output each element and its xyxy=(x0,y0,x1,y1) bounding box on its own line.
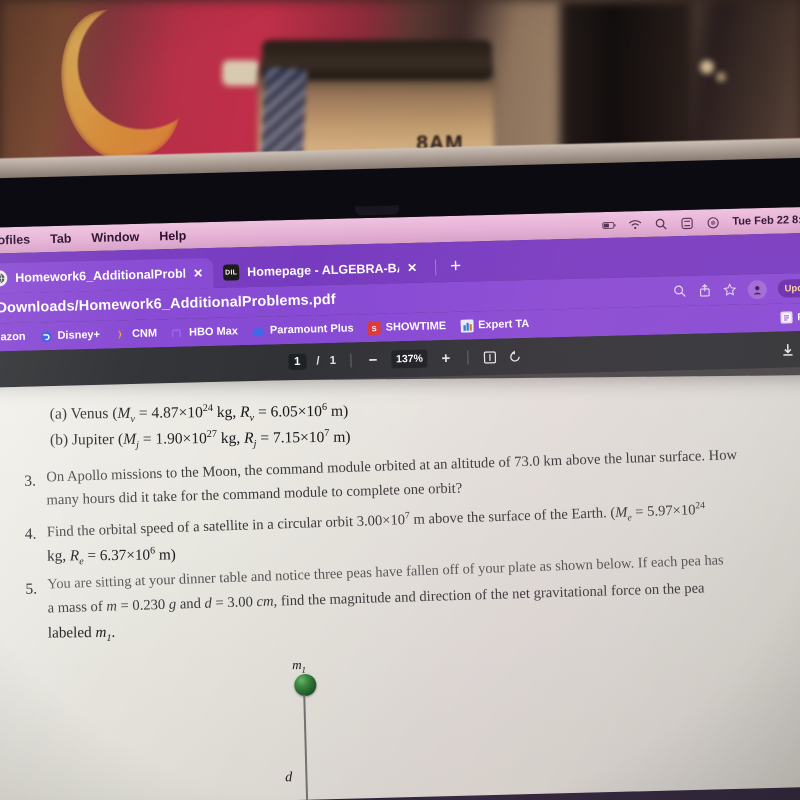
search-icon[interactable] xyxy=(672,284,686,298)
tab-title: Homework6_AdditionalProblen xyxy=(15,266,186,285)
bookmark-label: CNM xyxy=(131,327,158,341)
reading-list-button[interactable]: Readi xyxy=(780,310,800,324)
q3-line-1: On Apollo missions to the Moon, the comm… xyxy=(46,447,738,486)
bookmark-label: Disney+ xyxy=(57,328,101,342)
menu-help[interactable]: Help xyxy=(159,229,186,244)
bookmark-amazon[interactable]: Amazon xyxy=(0,331,26,344)
zoom-level[interactable]: 137% xyxy=(390,349,429,369)
toolbar-divider xyxy=(349,353,352,368)
light-bokeh-2 xyxy=(716,72,726,82)
q3-number: 3. xyxy=(24,472,37,490)
close-icon[interactable]: ✕ xyxy=(407,261,417,275)
menubar-clock[interactable]: Tue Feb 22 8:45 xyxy=(732,214,800,228)
disney-plus-icon xyxy=(39,330,52,343)
page-total: 1 xyxy=(329,354,337,368)
hbomax-icon xyxy=(171,326,184,339)
bookmark-label: Paramount Plus xyxy=(269,322,354,337)
tab-title: Homepage - ALGEBRA-BASED xyxy=(247,261,400,280)
search-icon[interactable] xyxy=(654,217,668,230)
zoom-out-button[interactable]: − xyxy=(365,351,381,368)
bookmark-label: Expert TA xyxy=(477,317,530,332)
fit-page-icon[interactable] xyxy=(483,349,498,364)
reading-list-icon xyxy=(780,311,793,324)
profile-avatar[interactable] xyxy=(747,279,767,299)
q3-line-2: many hours did it take for the command m… xyxy=(46,480,463,509)
dil-icon: DIL xyxy=(223,264,240,281)
bookmark-showtime[interactable]: S SHOWTIME xyxy=(367,320,446,335)
q4-line-2: kg, Re = 6.37×106 m) xyxy=(47,545,176,568)
share-icon[interactable] xyxy=(697,283,711,297)
light-bokeh xyxy=(700,60,714,74)
svg-text:S: S xyxy=(372,324,377,333)
pdf-page: (a) Venus (Mv = 4.87×1024 kg, Rv = 6.05×… xyxy=(0,374,800,800)
menu-tab[interactable]: Tab xyxy=(50,232,72,247)
crescent-icon xyxy=(114,328,127,341)
update-button[interactable]: Update xyxy=(777,278,800,298)
pdf-toolbar-right xyxy=(780,341,800,357)
menubar-status-items: Tue Feb 22 8:45 xyxy=(602,213,800,232)
bookmark-paramount-plus[interactable]: Paramount Plus xyxy=(252,322,354,338)
q5-number: 5. xyxy=(25,580,38,598)
bookmark-cnm[interactable]: CNM xyxy=(114,327,157,341)
bookmark-hbo-max[interactable]: HBO Max xyxy=(171,325,238,340)
expert-ta-icon xyxy=(460,318,474,333)
webcam-notch xyxy=(354,205,400,216)
close-icon[interactable]: ✕ xyxy=(193,266,203,280)
globe-icon xyxy=(0,270,8,287)
laptop-screen: Profiles Tab Window Help Tue Feb 22 8:45… xyxy=(0,206,800,800)
rod-vertical xyxy=(303,694,309,800)
toolbar-icons: Update xyxy=(672,278,800,301)
toolbar-divider xyxy=(467,350,470,365)
bookmark-disney-plus[interactable]: Disney+ xyxy=(39,328,100,343)
document-text: (a) Venus (Mv = 4.87×1024 kg, Rv = 6.05×… xyxy=(24,393,800,644)
tab-divider xyxy=(434,259,437,276)
control-center-icon[interactable] xyxy=(680,216,694,229)
wifi-icon[interactable] xyxy=(628,218,642,231)
figure-label-d: d xyxy=(285,770,293,786)
battery-icon[interactable] xyxy=(602,218,616,231)
figure-label-m1: m1 xyxy=(292,657,306,675)
bookmark-label: HBO Max xyxy=(188,325,239,339)
q4-number: 4. xyxy=(24,525,37,543)
bookmark-expert-ta[interactable]: Expert TA xyxy=(460,317,530,333)
url-text[interactable]: ia/Downloads/Homework6_AdditionalProblem… xyxy=(0,292,336,317)
page-separator: / xyxy=(316,355,320,368)
pdf-page-viewport[interactable]: (a) Venus (Mv = 4.87×1024 kg, Rv = 6.05×… xyxy=(0,366,800,800)
zoom-in-button[interactable]: + xyxy=(438,349,454,366)
item-b: (b) Jupiter (Mj = 1.90×1027 kg, Rj = 7.1… xyxy=(49,427,351,451)
page-number-input[interactable]: 1 xyxy=(287,353,307,371)
menu-window[interactable]: Window xyxy=(91,230,139,245)
download-icon[interactable] xyxy=(780,342,795,357)
menu-profiles[interactable]: Profiles xyxy=(0,233,30,248)
bookmark-label: Amazon xyxy=(0,330,26,344)
item-a: (a) Venus (Mv = 4.87×1024 kg, Rv = 6.05×… xyxy=(49,401,349,425)
new-tab-button[interactable]: + xyxy=(450,256,462,278)
siri-icon[interactable] xyxy=(706,216,720,229)
pea-m1 xyxy=(294,673,317,697)
bookmark-label: SHOWTIME xyxy=(385,320,447,334)
paramount-icon xyxy=(252,324,265,337)
wall-sticker xyxy=(222,60,260,86)
rotate-icon[interactable] xyxy=(508,349,523,364)
bookmark-star-icon[interactable] xyxy=(722,283,737,297)
photo-of-laptop-screen: 8AM Profiles Tab Window Help Tue Feb 22 … xyxy=(0,0,800,800)
q5-line-3: labeled m1. xyxy=(47,623,116,644)
showtime-icon: S xyxy=(367,321,381,335)
